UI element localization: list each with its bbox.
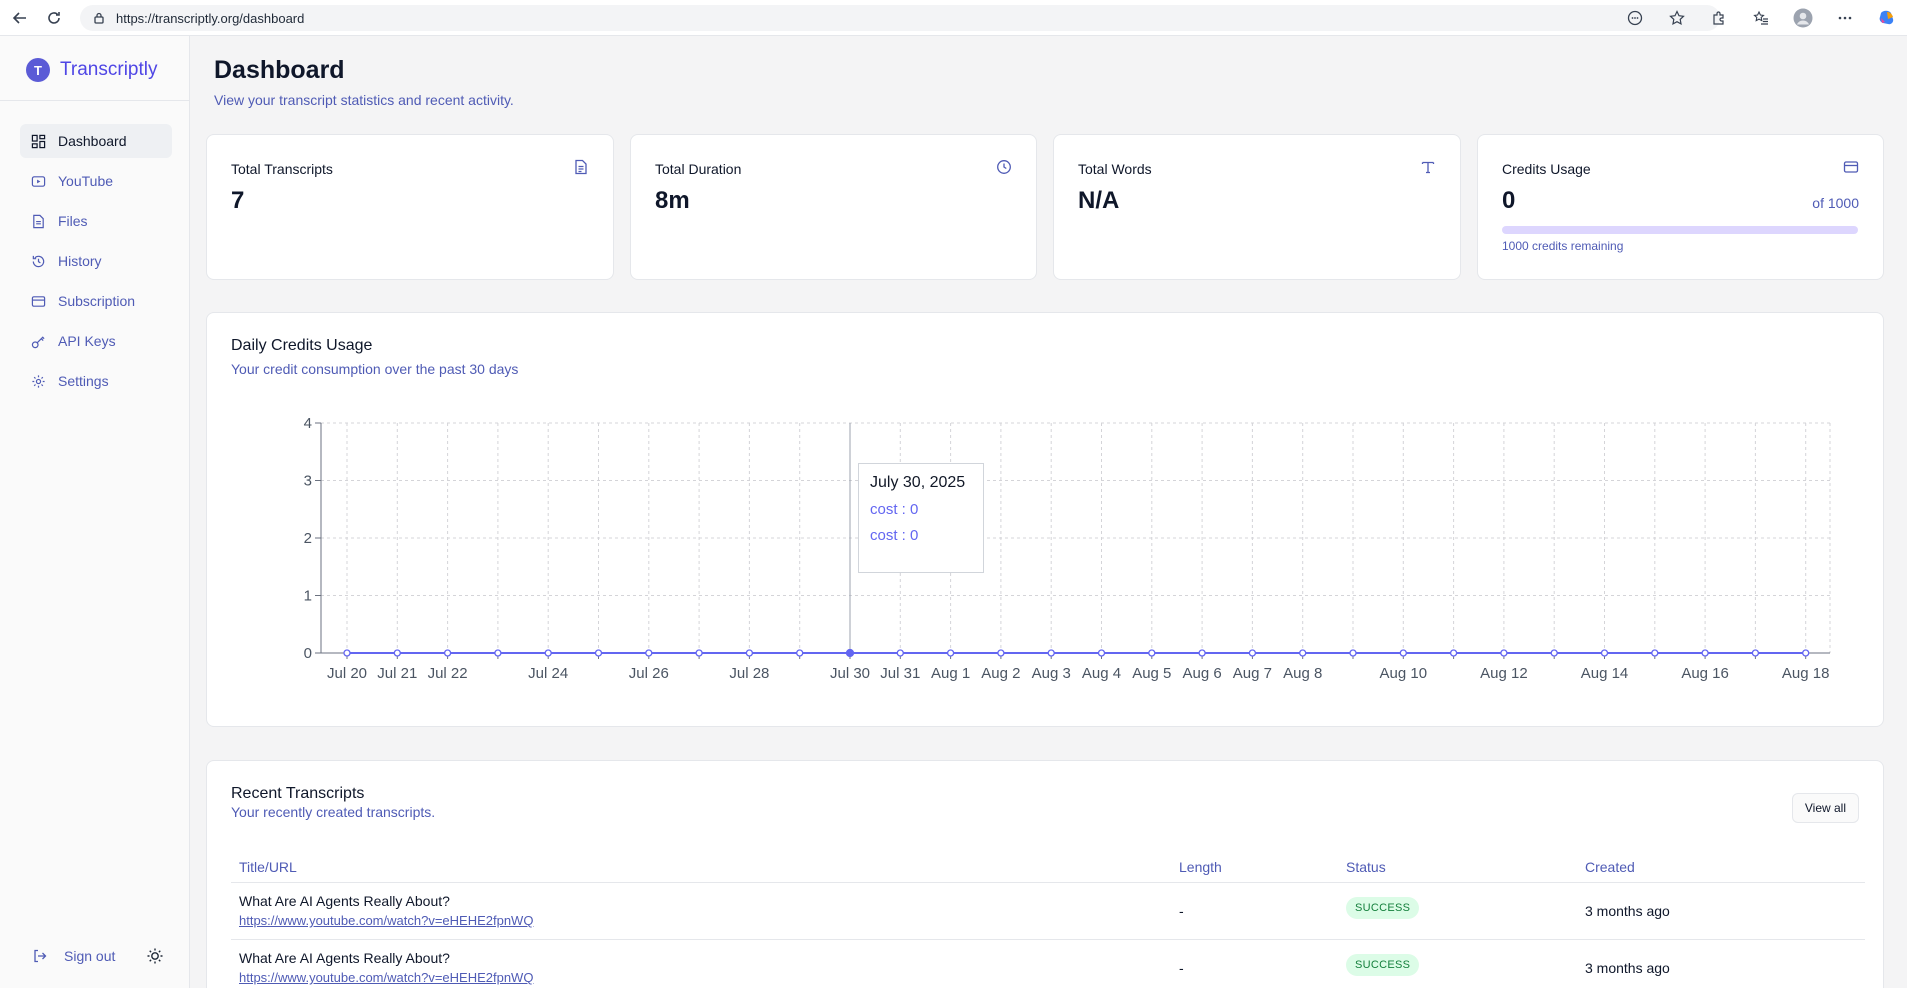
sidebar-item-settings[interactable]: Settings xyxy=(20,364,172,398)
favorites-list-icon[interactable] xyxy=(1747,4,1775,32)
sidebar-item-label: History xyxy=(58,253,102,269)
sidebar: T Transcriptly Dashboard YouTube Files H… xyxy=(0,36,190,988)
transcript-url-link[interactable]: https://www.youtube.com/watch?v=eHEHE2fp… xyxy=(239,970,533,985)
sidebar-item-label: YouTube xyxy=(58,173,114,189)
recent-transcripts-card: Recent Transcripts Your recently created… xyxy=(206,760,1884,988)
theme-toggle-sun-icon[interactable] xyxy=(145,946,165,966)
brand-logo: T xyxy=(26,58,50,82)
transcript-created: 3 months ago xyxy=(1585,960,1670,976)
status-badge: SUCCESS xyxy=(1346,954,1420,976)
column-header-status[interactable]: Status xyxy=(1346,859,1386,875)
stat-card-credits-usage: Credits Usage 0 of 1000 1000 credits rem… xyxy=(1477,134,1884,280)
section-title: Recent Transcripts xyxy=(231,785,365,802)
stat-card-total-transcripts: Total Transcripts 7 xyxy=(206,134,614,280)
sidebar-item-label: Files xyxy=(58,213,88,229)
transcript-title[interactable]: What Are AI Agents Really About? xyxy=(239,893,450,909)
brand-name: Transcriptly xyxy=(60,59,158,80)
section-subtitle: Your recently created transcripts. xyxy=(231,804,436,820)
type-letter-t-icon xyxy=(1421,161,1435,174)
transcripts-table: Title/URL Length Status Created What Are… xyxy=(231,849,1865,988)
stat-value: 8m xyxy=(655,187,690,214)
stat-label: Credits Usage xyxy=(1502,161,1591,177)
table-row[interactable]: What Are AI Agents Really About? https:/… xyxy=(231,883,1865,940)
sidebar-item-label: Settings xyxy=(58,373,109,389)
status-badge: SUCCESS xyxy=(1346,897,1420,919)
credits-progress-bar xyxy=(1502,226,1858,234)
stat-card-total-words: Total Words N/A xyxy=(1053,134,1461,280)
refresh-icon[interactable] xyxy=(40,4,68,32)
sidebar-item-files[interactable]: Files xyxy=(20,204,172,238)
view-all-button[interactable]: View all xyxy=(1791,793,1859,823)
dashboard-grid-icon xyxy=(31,134,46,148)
credit-card-icon xyxy=(31,295,46,307)
favorite-star-icon[interactable] xyxy=(1663,4,1691,32)
extensions-puzzle-icon[interactable] xyxy=(1705,4,1733,32)
reader-icon[interactable] xyxy=(1621,4,1649,32)
stat-label: Total Transcripts xyxy=(231,161,333,177)
sidebar-item-subscription[interactable]: Subscription xyxy=(20,284,172,318)
url-text: https://transcriptly.org/dashboard xyxy=(116,10,305,26)
address-bar[interactable]: https://transcriptly.org/dashboard xyxy=(80,5,1720,31)
gear-icon xyxy=(32,374,45,388)
copilot-icon[interactable] xyxy=(1873,4,1901,32)
page-title: Dashboard xyxy=(214,56,345,84)
clock-icon xyxy=(997,160,1011,174)
credits-remaining: 1000 credits remaining xyxy=(1502,239,1624,253)
brand[interactable]: T Transcriptly xyxy=(26,58,157,82)
sign-out-button[interactable]: Sign out xyxy=(32,948,115,964)
chart-title: Daily Credits Usage xyxy=(231,337,373,354)
back-arrow-icon[interactable] xyxy=(6,4,34,32)
credit-card-icon xyxy=(1843,161,1859,173)
stat-value: N/A xyxy=(1078,187,1120,214)
history-icon xyxy=(32,255,45,267)
sidebar-item-dashboard[interactable]: Dashboard xyxy=(20,124,172,158)
sidebar-item-history[interactable]: History xyxy=(20,244,172,278)
stat-value: 0 xyxy=(1502,187,1516,214)
stat-card-total-duration: Total Duration 8m xyxy=(630,134,1037,280)
lock-icon xyxy=(94,12,104,24)
chart-tooltip: July 30, 2025 cost : 0 cost : 0 xyxy=(858,463,984,573)
browser-toolbar: https://transcriptly.org/dashboard xyxy=(0,0,1907,36)
youtube-icon xyxy=(31,175,46,187)
table-row[interactable]: What Are AI Agents Really About? https:/… xyxy=(231,940,1865,988)
page-subtitle: View your transcript statistics and rece… xyxy=(214,92,514,108)
tooltip-line: cost : 0 xyxy=(870,527,919,544)
column-header-title-url[interactable]: Title/URL xyxy=(239,859,297,875)
sidebar-divider xyxy=(0,100,190,101)
sidebar-nav: Dashboard YouTube Files History Subscrip… xyxy=(20,124,172,404)
table-header: Title/URL Length Status Created xyxy=(231,849,1865,883)
profile-avatar-icon[interactable] xyxy=(1789,4,1817,32)
column-header-created[interactable]: Created xyxy=(1585,859,1635,875)
tooltip-line: cost : 0 xyxy=(870,501,919,518)
more-menu-icon[interactable] xyxy=(1831,4,1859,32)
sign-out-icon xyxy=(34,949,47,963)
transcript-url-link[interactable]: https://www.youtube.com/watch?v=eHEHE2fp… xyxy=(239,913,533,928)
sidebar-item-api-keys[interactable]: API Keys xyxy=(20,324,172,358)
sidebar-item-youtube[interactable]: YouTube xyxy=(20,164,172,198)
transcript-title[interactable]: What Are AI Agents Really About? xyxy=(239,950,450,966)
stat-value: 7 xyxy=(231,187,245,214)
key-icon xyxy=(31,335,45,348)
stat-label: Total Words xyxy=(1078,161,1152,177)
transcript-created: 3 months ago xyxy=(1585,903,1670,919)
column-header-length[interactable]: Length xyxy=(1179,859,1222,875)
transcript-length: - xyxy=(1179,903,1184,919)
sidebar-item-label: API Keys xyxy=(58,333,116,349)
stat-label: Total Duration xyxy=(655,161,742,177)
transcript-length: - xyxy=(1179,960,1184,976)
credits-total: of 1000 xyxy=(1812,195,1859,211)
sign-out-label: Sign out xyxy=(64,948,116,964)
tooltip-date: July 30, 2025 xyxy=(870,474,966,491)
sidebar-item-label: Subscription xyxy=(58,293,136,309)
file-text-icon xyxy=(575,159,587,175)
chart-subtitle: Your credit consumption over the past 30… xyxy=(231,361,519,377)
file-icon xyxy=(33,214,44,228)
sidebar-item-label: Dashboard xyxy=(58,133,127,149)
daily-credits-chart-card: Daily Credits Usage Your credit consumpt… xyxy=(206,312,1884,727)
